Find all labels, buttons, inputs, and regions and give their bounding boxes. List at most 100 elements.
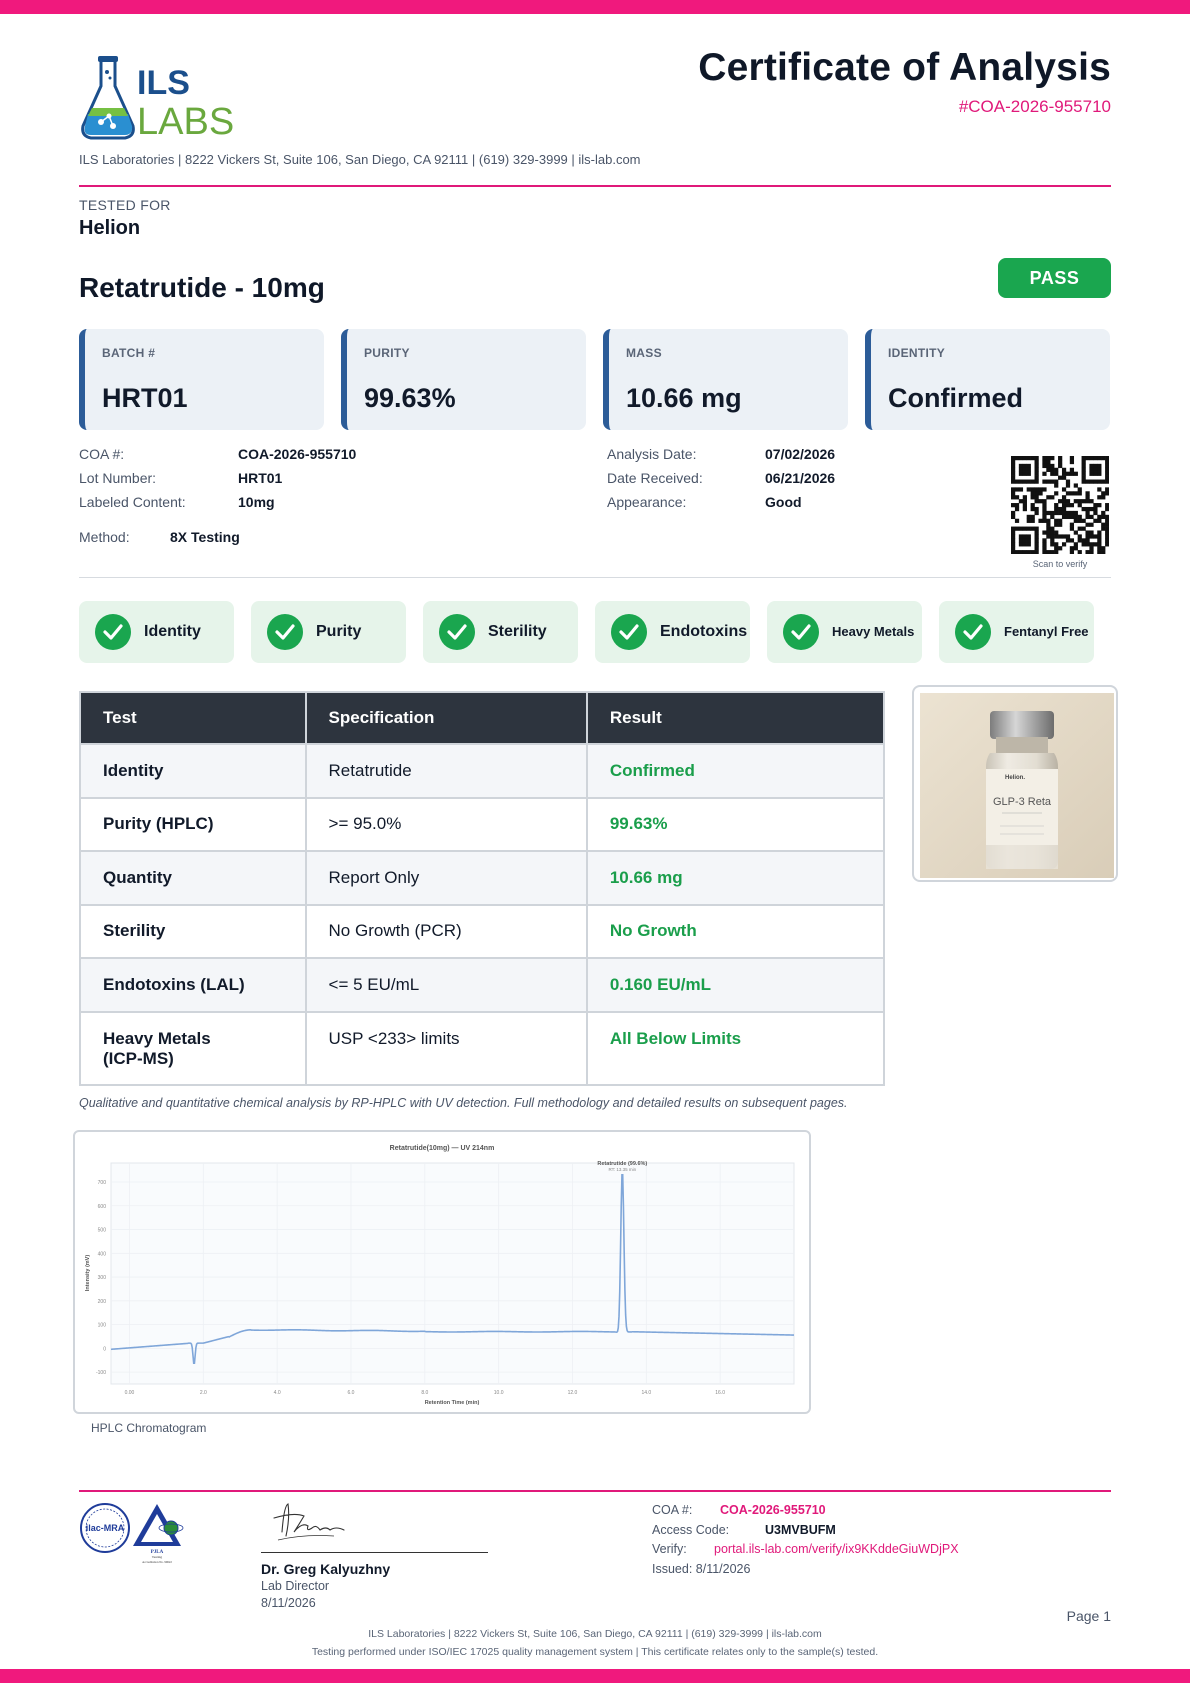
y-tick-label: -100: [96, 1370, 106, 1376]
table-row: Heavy Metals (ICP-MS) USP <233> limits A…: [79, 1010, 886, 1086]
y-tick-label: 500: [98, 1228, 107, 1234]
stat-value: 99.63%: [364, 383, 456, 413]
column-header-result: Result: [585, 691, 886, 745]
check-circle-icon: [955, 614, 991, 650]
column-header-test: Test: [79, 691, 307, 745]
result-cell: 99.63%: [585, 796, 886, 852]
pass-status-badge: PASS: [998, 258, 1111, 298]
test-pill-endotoxins: Endotoxins: [595, 601, 750, 663]
appearance-value: Good: [765, 494, 802, 510]
x-tick-label: 10.0: [494, 1390, 504, 1396]
labeled-content-value: 10mg: [238, 494, 275, 510]
table-row: Sterility No Growth (PCR) No Growth: [79, 903, 886, 959]
analysis-date-value: 07/02/2026: [765, 446, 836, 462]
date-received-label: Date Received:: [607, 470, 703, 486]
signature-image: [264, 1496, 354, 1550]
pill-label: Sterility: [488, 623, 547, 640]
table-row: Endotoxins (LAL) <= 5 EU/mL 0.160 EU/mL: [79, 957, 886, 1013]
appearance-label: Appearance:: [607, 494, 687, 510]
peak-sublabel: RT: 13.35 min: [608, 1167, 636, 1172]
x-tick-label: 4.0: [274, 1390, 281, 1396]
x-tick-label: 12.0: [568, 1390, 578, 1396]
stat-value: 10.66 mg: [626, 383, 742, 413]
test-cell: Endotoxins (LAL): [79, 957, 307, 1013]
verify-coa-value: COA-2026-955710: [720, 1503, 826, 1517]
stat-card-purity: PURITY 99.63%: [341, 329, 586, 430]
check-circle-icon: [439, 614, 475, 650]
result-cell: No Growth: [585, 903, 886, 959]
ilac-mra-text: ilac-MRA: [86, 1523, 125, 1533]
check-circle-icon: [783, 614, 819, 650]
pill-label: Heavy Metals: [832, 624, 915, 639]
verify-coa-label: COA #:: [652, 1503, 693, 1517]
spec-cell: Retatrutide: [304, 743, 588, 799]
table-row: Quantity Report Only 10.66 mg: [79, 850, 886, 906]
y-tick-label: 400: [98, 1251, 107, 1257]
y-tick-label: 100: [98, 1323, 107, 1329]
signature-date: 8/11/2026: [261, 1596, 316, 1610]
table-row: Identity Retatrutide Confirmed: [79, 743, 886, 799]
spec-cell: No Growth (PCR): [304, 903, 588, 959]
signatory-name: Dr. Greg Kalyuzhny: [261, 1561, 391, 1577]
spec-cell: USP <233> limits: [304, 1010, 588, 1086]
test-cell: Sterility: [79, 903, 307, 959]
coa-label: COA #:: [79, 446, 125, 462]
pjla-sub-text: Testing: [152, 1555, 163, 1559]
pill-label: Purity: [316, 623, 362, 640]
client-name: Helion: [79, 217, 141, 239]
pill-label: Identity: [144, 623, 201, 640]
qr-code-icon[interactable]: [1011, 456, 1110, 555]
x-tick-label: 8.0: [421, 1390, 428, 1396]
lot-number-label: Lot Number:: [79, 470, 157, 486]
y-tick-label: 200: [98, 1299, 107, 1305]
vial-brand-text: Helion.: [1005, 775, 1025, 781]
lot-number-value: HRT01: [238, 470, 283, 486]
issued-date: Issued: 8/11/2026: [652, 1562, 751, 1576]
result-cell: 0.160 EU/mL: [585, 957, 886, 1013]
method-label: Method:: [79, 529, 130, 545]
product-title: Retatrutide - 10mg: [79, 272, 325, 303]
check-circle-icon: [95, 614, 131, 650]
verify-url-link[interactable]: portal.ils-lab.com/verify/ix9KKddeGiuWDj…: [714, 1542, 959, 1556]
result-cell: All Below Limits: [585, 1010, 886, 1086]
stat-label: IDENTITY: [888, 346, 946, 360]
access-code-value: U3MVBUFM: [765, 1523, 836, 1537]
logo-text-top: ILS: [137, 64, 190, 102]
qr-caption: Scan to verify: [1032, 559, 1088, 569]
y-tick-label: 700: [98, 1180, 107, 1186]
check-circle-icon: [267, 614, 303, 650]
y-tick-label: 0: [103, 1346, 106, 1352]
pill-label: Fentanyl Free: [1004, 624, 1089, 639]
chromatogram-title: Retatrutide(10mg) — UV 214nm: [390, 1145, 495, 1152]
y-axis-label: Intensity (mV): [85, 1255, 91, 1292]
result-cell: 10.66 mg: [585, 850, 886, 906]
sample-vial-photo: Helion. GLP-3 Reta: [912, 685, 1118, 882]
test-cell: Purity (HPLC): [79, 796, 307, 852]
x-axis-label: Retention Time (min): [425, 1400, 480, 1406]
table-row: Purity (HPLC) >= 95.0% 99.63%: [79, 796, 886, 852]
tested-for-label: TESTED FOR: [79, 197, 171, 213]
test-pill-identity: Identity: [79, 601, 234, 663]
x-tick-label: 2.0: [200, 1390, 207, 1396]
verify-label: Verify:: [652, 1542, 687, 1556]
labeled-content-label: Labeled Content:: [79, 494, 186, 510]
page-number: Page 1: [1066, 1608, 1111, 1624]
x-tick-label: 14.0: [641, 1390, 651, 1396]
top-accent-band: [0, 0, 1190, 14]
stat-value: Confirmed: [888, 383, 1023, 413]
logo-text-bottom: LABS: [137, 101, 234, 142]
stat-card-mass: MASS 10.66 mg: [603, 329, 848, 430]
accreditation-logos: ilac-MRA PJLA Testing Accreditation No. …: [79, 1500, 189, 1564]
footer-disclaimer-line: Testing performed under ISO/IEC 17025 qu…: [311, 1646, 879, 1658]
signature-line: [261, 1552, 488, 1553]
x-tick-label: 16.0: [715, 1390, 725, 1396]
chromatogram-caption: HPLC Chromatogram: [91, 1421, 207, 1435]
x-tick-label: 0.00: [125, 1390, 135, 1396]
test-cell: Quantity: [79, 850, 307, 906]
signatory-role: Lab Director: [261, 1579, 330, 1593]
stat-card-identity: IDENTITY Confirmed: [865, 329, 1110, 430]
method-value: 8X Testing: [170, 529, 240, 545]
access-code-label: Access Code:: [652, 1523, 730, 1537]
stat-label: MASS: [626, 346, 662, 360]
lab-address-line: ILS Laboratories | 8222 Vickers St, Suit…: [79, 152, 641, 167]
